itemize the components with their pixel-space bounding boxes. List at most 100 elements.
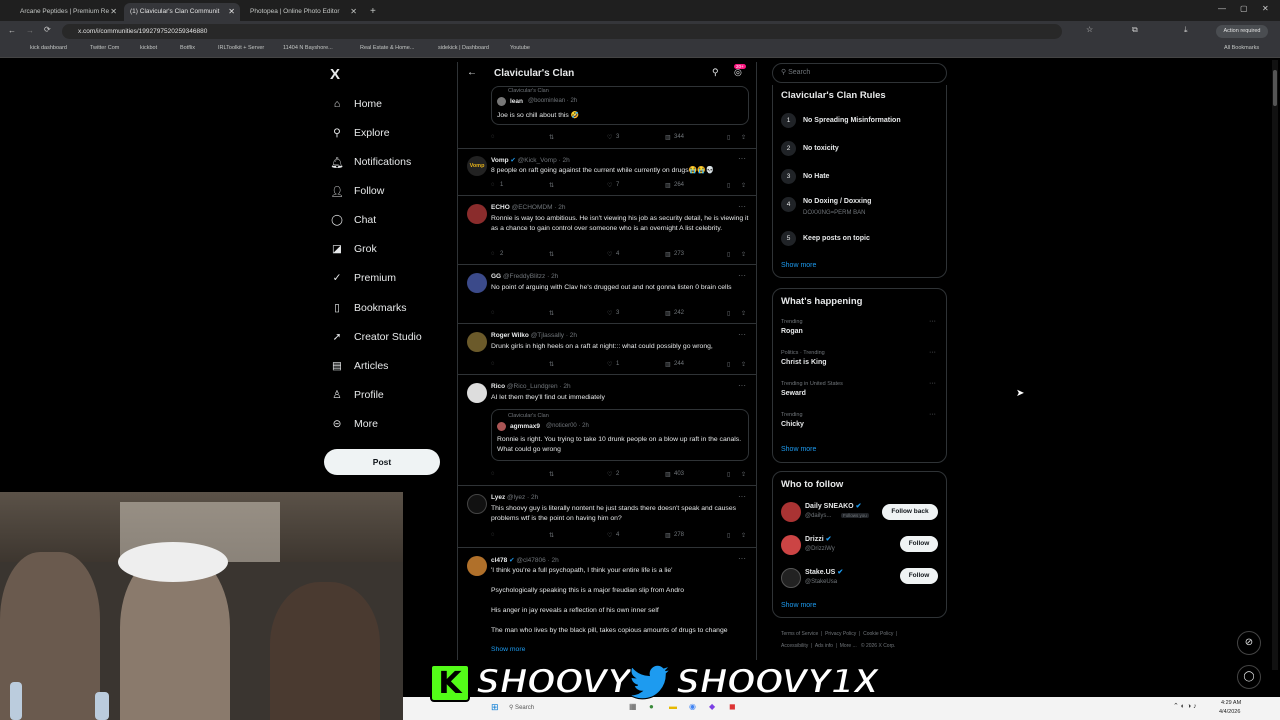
taskbar-app-icon[interactable]: ▬ (669, 702, 677, 711)
tray-icons[interactable]: ⌃ ◐ ◑ ♪ (1173, 702, 1197, 710)
more-options-icon[interactable]: ··· (738, 202, 746, 211)
views-icon[interactable]: ▥ (665, 471, 671, 478)
more-options-icon[interactable]: ··· (929, 411, 936, 418)
more-options-icon[interactable]: ··· (738, 330, 746, 339)
browser-tab[interactable]: Arcane Peptides | Premium Re ✕ (14, 3, 122, 21)
bookmark-item[interactable]: Twitter Com (90, 45, 119, 51)
bookmark-icon[interactable]: ▯ (727, 532, 730, 539)
retweet-icon[interactable]: ⇅ (549, 134, 554, 141)
reply-icon[interactable]: ◌ (491, 310, 495, 316)
back-icon[interactable]: ← (8, 26, 16, 35)
grok-icon[interactable]: ⊘ (1237, 631, 1261, 655)
like-icon[interactable]: ♡ (607, 251, 612, 258)
trend-topic[interactable]: Christ is King (781, 359, 827, 366)
like-icon[interactable]: ♡ (607, 310, 612, 317)
start-icon[interactable]: ⊞ (491, 702, 499, 713)
tweet[interactable]: ECHO @ECHOMDM · 2h ··· Ronnie is way too… (458, 196, 756, 265)
taskbar-app-icon[interactable]: ◼ (729, 702, 736, 711)
retweet-icon[interactable]: ⇅ (549, 361, 554, 368)
views-icon[interactable]: ▥ (665, 134, 671, 141)
browser-tab-active[interactable]: (1) Clavicular's Clan Communit ✕ (124, 3, 240, 21)
taskbar-app-icon[interactable]: ◉ (689, 702, 696, 711)
tweet[interactable]: Lyez @lyez · 2h ··· This shoovy guy is l… (458, 486, 756, 548)
nav-follow[interactable]: 👤︎ Follow (330, 179, 384, 203)
url-input[interactable]: x.com/i/communities/1992797520259346880 (62, 24, 1062, 39)
like-icon[interactable]: ♡ (607, 182, 612, 189)
download-icon[interactable]: ⤓ (1184, 25, 1188, 35)
more-options-icon[interactable]: ··· (738, 492, 746, 501)
close-window-icon[interactable]: ✕ (1262, 4, 1269, 13)
reply-icon[interactable]: ◌ (491, 134, 495, 140)
retweet-icon[interactable]: ⇅ (549, 251, 554, 258)
more-options-icon[interactable]: ··· (738, 271, 746, 280)
nav-articles[interactable]: ▤ Articles (330, 354, 388, 378)
scrollbar-thumb[interactable] (1273, 70, 1277, 106)
bookmark-icon[interactable]: ▯ (727, 251, 730, 258)
tweet[interactable]: Roger Wilko @Tjlassally · 2h ··· Drunk g… (458, 324, 756, 375)
retweet-icon[interactable]: ⇅ (549, 310, 554, 317)
show-more-link[interactable]: Show more (781, 262, 816, 269)
more-options-icon[interactable]: ··· (929, 380, 936, 387)
bookmark-item[interactable]: Real Estate & Home... (360, 45, 414, 51)
share-icon[interactable]: ⇪ (741, 310, 746, 317)
footer-link[interactable]: Terms of Service (781, 631, 818, 637)
share-icon[interactable]: ⇪ (741, 471, 746, 478)
more-options-icon[interactable]: ··· (929, 318, 936, 325)
suggested-user-name[interactable]: Daily SNEAKO ✔ (805, 502, 861, 510)
more-options-icon[interactable]: ··· (929, 349, 936, 356)
nav-creator-studio[interactable]: ➚ Creator Studio (330, 325, 422, 349)
taskbar-app-icon[interactable]: ● (649, 702, 654, 711)
bookmark-icon[interactable]: ▯ (727, 471, 730, 478)
messages-icon[interactable]: ◯ (1237, 665, 1261, 689)
show-more-link[interactable]: Show more (781, 602, 816, 609)
trend-topic[interactable]: Chicky (781, 421, 804, 428)
tweet[interactable]: GG @FreddyBlitzz · 2h ··· No point of ar… (458, 265, 756, 324)
taskbar-app-icon[interactable]: ◆ (709, 702, 715, 711)
follow-button[interactable]: Follow (900, 536, 938, 552)
reply-icon[interactable]: ◌ (491, 532, 495, 538)
reply-icon[interactable]: ◌ (491, 182, 495, 188)
x-logo-icon[interactable]: X (330, 66, 340, 83)
reply-icon[interactable]: ◌ (491, 471, 495, 477)
retweet-icon[interactable]: ⇅ (549, 182, 554, 189)
views-icon[interactable]: ▥ (665, 310, 671, 317)
reload-icon[interactable]: ⟳ (44, 25, 51, 34)
views-icon[interactable]: ▥ (665, 182, 671, 189)
post-button[interactable]: Post (324, 449, 440, 475)
footer-link[interactable]: Privacy Policy (825, 631, 856, 637)
retweet-icon[interactable]: ⇅ (549, 471, 554, 478)
scrollbar[interactable] (1272, 60, 1278, 670)
nav-chat[interactable]: ◯ Chat (330, 208, 376, 232)
retweet-icon[interactable]: ⇅ (549, 532, 554, 539)
like-icon[interactable]: ♡ (607, 471, 612, 478)
new-tab-icon[interactable]: + (364, 3, 378, 21)
reply-icon[interactable]: ◌ (491, 361, 495, 367)
quoted-tweet[interactable]: Clavicular's Clan lean @boominlean · 2h … (491, 86, 749, 125)
quoted-tweet[interactable]: Clavicular's Clan agmmax9 @noticer00 · 2… (491, 409, 749, 461)
bookmark-item[interactable]: kick dashboard (30, 45, 67, 51)
suggested-user-name[interactable]: Drizzi ✔ (805, 535, 832, 543)
share-icon[interactable]: ⇪ (741, 134, 746, 141)
taskbar-app-icon[interactable]: ▦ (629, 702, 637, 711)
nav-profile[interactable]: ♙ Profile (330, 383, 383, 407)
share-icon[interactable]: ⇪ (741, 361, 746, 368)
nav-notifications[interactable]: 🔔︎ Notifications (330, 150, 411, 174)
trend-topic[interactable]: Seward (781, 390, 806, 397)
tweet[interactable]: Rico @Rico_Lundgren · 2h ··· AI let them… (458, 375, 756, 486)
suggested-user-name[interactable]: Stake.US ✔ (805, 568, 843, 576)
footer-link[interactable]: More ... (840, 643, 857, 649)
like-icon[interactable]: ♡ (607, 134, 612, 141)
nav-home[interactable]: ⌂ Home (330, 92, 382, 116)
show-more-link[interactable]: Show more (491, 646, 525, 653)
tweet[interactable]: Clavicular's Clan lean @boominlean · 2h … (458, 86, 756, 149)
bookmark-item[interactable]: 11404 N Bayshore... (283, 45, 333, 51)
action-required-button[interactable]: Action required (1216, 25, 1268, 38)
footer-link[interactable]: Ads info (815, 643, 833, 649)
all-bookmarks[interactable]: All Bookmarks (1224, 45, 1259, 51)
views-icon[interactable]: ▥ (665, 532, 671, 539)
bookmark-icon[interactable]: ▯ (727, 310, 730, 317)
bookmark-icon[interactable]: ▯ (727, 134, 730, 141)
close-icon[interactable]: ✕ (350, 3, 357, 21)
browser-tab[interactable]: Photopea | Online Photo Editor ✕ (244, 3, 362, 21)
like-icon[interactable]: ♡ (607, 532, 612, 539)
